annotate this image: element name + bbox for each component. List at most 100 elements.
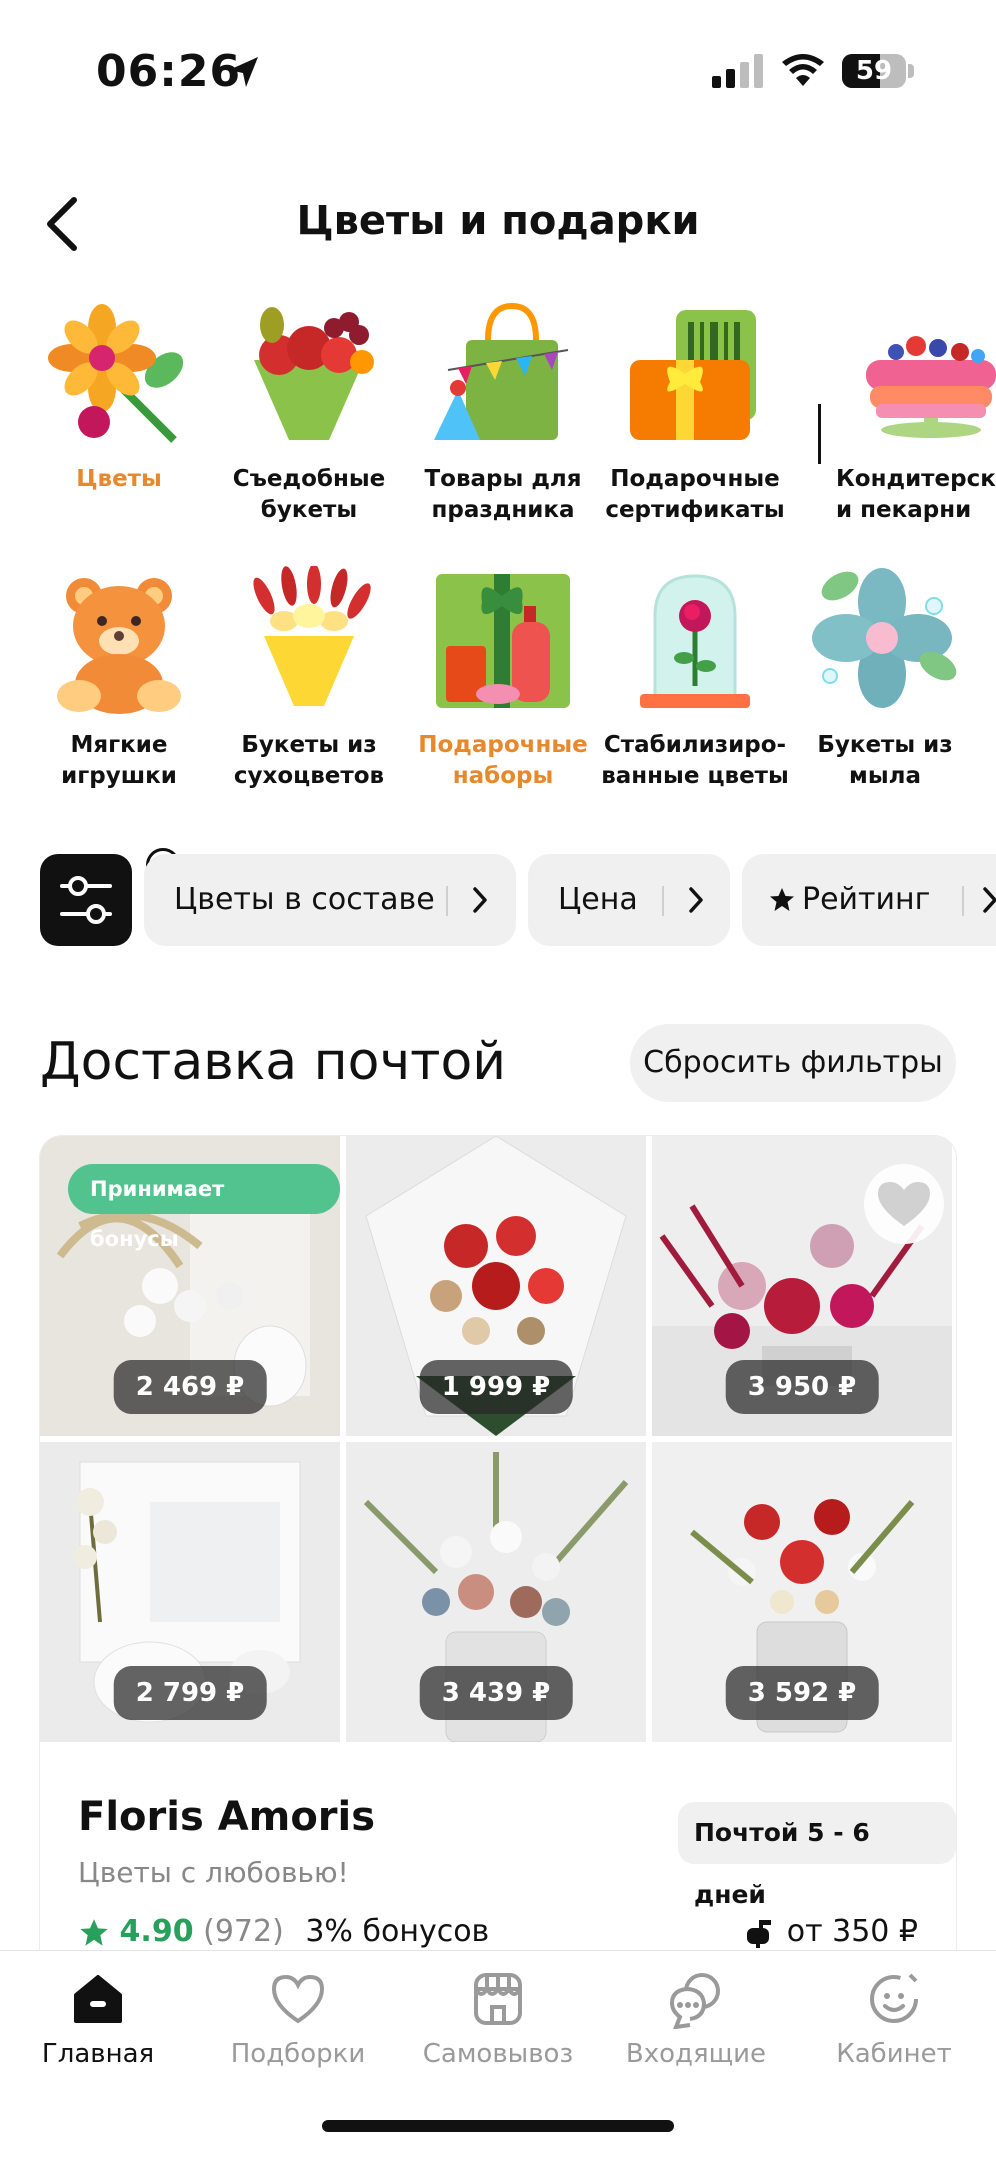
category-gift-sets[interactable]: Подарочные наборы	[408, 566, 598, 792]
rating-star-icon	[80, 1918, 108, 1946]
nav-label: Главная	[41, 2039, 155, 2069]
price-tag: 3 439 ₽	[419, 1666, 573, 1720]
heart-icon	[271, 1974, 325, 2024]
category-label: Подарочные сертификаты	[605, 466, 785, 523]
category-label: Стабилизиро-ванные цветы	[601, 732, 789, 789]
product-photo-grid: Принимает бонусы 2 469 ₽ 1 999 ₽ 3 950 ₽…	[40, 1136, 956, 1744]
dried-bouquet-icon	[253, 566, 371, 706]
reset-filters-button[interactable]: Сбросить фильтры	[630, 1024, 956, 1102]
category-label: Букеты из сухоцветов	[233, 732, 385, 789]
nav-pickup[interactable]: Самовывоз	[408, 1969, 588, 2069]
price-tag: 3 592 ₽	[725, 1666, 879, 1720]
category-party-goods[interactable]: Товары для праздника	[408, 300, 598, 526]
filter-settings-button[interactable]: 1	[40, 848, 180, 946]
nav-profile[interactable]: Кабинет	[804, 1969, 984, 2069]
flower-icon	[48, 304, 184, 443]
chip-label: Рейтинг	[802, 882, 931, 917]
category-label: Подарочные наборы	[418, 732, 588, 789]
shop-name: Floris Amoris	[78, 1794, 376, 1840]
chip-rating[interactable]: Рейтинг	[742, 854, 996, 946]
cellular-signal-icon	[712, 54, 763, 88]
review-count: (972)	[203, 1914, 284, 1949]
chip-separator	[446, 886, 448, 916]
page-title: Цветы и подарки	[296, 198, 700, 244]
price-tag: 2 469 ₽	[113, 1360, 267, 1414]
product-tile[interactable]: 3 950 ₽	[652, 1136, 952, 1436]
shop-rating-row: 4.90 (972) 3% бонусов	[78, 1914, 489, 1949]
section-title: Доставка почтой	[40, 1032, 507, 1092]
battery-cap	[908, 64, 914, 78]
accepts-bonuses-badge: Принимает бонусы	[68, 1164, 340, 1251]
heart-icon	[878, 1182, 930, 1226]
battery-indicator: 59	[842, 54, 906, 88]
category-grid: Цветы Съедобные букеты Товары для праздн…	[0, 290, 996, 810]
price-tag: 2 799 ₽	[113, 1666, 267, 1720]
product-tile[interactable]: 2 799 ₽	[40, 1442, 340, 1742]
nav-collections[interactable]: Подборки	[208, 1969, 388, 2069]
home-icon	[74, 1975, 122, 2023]
battery-level: 59	[855, 56, 893, 86]
delivery-badge: Почтой 5 - 6 дней	[678, 1802, 956, 1909]
chip-price[interactable]: Цена	[528, 854, 730, 946]
category-flowers[interactable]: Цветы	[24, 300, 214, 495]
status-bar: 06:26 59	[0, 0, 996, 140]
chat-icon	[669, 1973, 720, 2029]
chevron-right-icon	[473, 887, 487, 913]
rose-dome-icon	[640, 574, 750, 708]
store-icon	[474, 1973, 522, 2025]
nav-label: Самовывоз	[422, 2039, 574, 2069]
header: Цветы и подарки	[0, 180, 996, 270]
category-gift-certificates[interactable]: Подарочные сертификаты	[600, 300, 790, 526]
product-tile[interactable]: 3 439 ₽	[346, 1442, 646, 1742]
mailbox-icon	[747, 1919, 772, 1948]
category-label: Съедобные букеты	[232, 466, 386, 523]
category-stabilized-flowers[interactable]: Стабилизиро-ванные цветы	[600, 566, 790, 792]
wifi-icon	[782, 54, 824, 86]
category-label: Товары для праздника	[424, 466, 582, 523]
category-label: Мягкие игрушки	[61, 732, 177, 789]
chip-separator	[962, 886, 964, 916]
home-indicator	[322, 2120, 674, 2132]
nav-label: Входящие	[625, 2039, 767, 2069]
star-icon	[770, 888, 794, 911]
nav-home[interactable]: Главная	[8, 1969, 188, 2069]
chip-flowers-in-composition[interactable]: Цветы в составе	[144, 854, 516, 946]
category-dried-bouquets[interactable]: Букеты из сухоцветов	[214, 566, 404, 792]
price-tag: 3 950 ₽	[725, 1360, 879, 1414]
category-edible-bouquets[interactable]: Съедобные букеты	[214, 300, 404, 526]
nav-label: Подборки	[230, 2039, 366, 2069]
category-label: Цветы	[76, 466, 162, 492]
product-tile[interactable]: 3 592 ₽	[652, 1442, 952, 1742]
sliders-icon	[60, 876, 112, 924]
favorite-button[interactable]	[864, 1164, 944, 1244]
category-confectionery[interactable]: Кондитерские и пекарни	[836, 300, 996, 526]
category-soft-toys[interactable]: Мягкие игрушки	[24, 566, 214, 792]
chip-separator	[662, 886, 664, 916]
party-bag-icon	[434, 302, 569, 440]
location-arrow-icon	[229, 57, 258, 87]
product-tile[interactable]: Принимает бонусы 2 469 ₽	[40, 1136, 340, 1436]
fruit-bouquet-icon	[254, 307, 374, 440]
gift-set-icon	[436, 574, 570, 708]
nav-inbox[interactable]: Входящие	[606, 1969, 786, 2069]
shipping-cost-label: от 350 ₽	[786, 1914, 918, 1949]
rating-value: 4.90	[119, 1914, 194, 1949]
profile-icon	[870, 1973, 918, 2023]
product-tile[interactable]: 1 999 ₽	[346, 1136, 646, 1436]
filter-bar: 1 Цветы в составе Цена Рейтинг	[0, 848, 996, 946]
chip-label: Цветы в составе	[174, 882, 435, 917]
category-label: Букеты из мыла	[817, 732, 953, 789]
status-time: 06:26	[96, 46, 242, 97]
shipping-cost: от 350 ₽	[743, 1914, 918, 1949]
nav-label: Кабинет	[836, 2039, 952, 2069]
chip-label: Цена	[558, 882, 638, 917]
category-soap-bouquets[interactable]: Букеты из мыла	[790, 566, 980, 792]
chevron-right-icon	[983, 887, 996, 913]
shop-slogan: Цветы с любовью!	[78, 1856, 349, 1889]
cake-icon	[866, 336, 996, 438]
price-tag: 1 999 ₽	[419, 1360, 573, 1414]
gift-card-icon	[630, 310, 756, 440]
bonus-percent: 3% бонусов	[305, 1914, 490, 1949]
category-label: Кондитерские и пекарни	[836, 466, 996, 523]
text-cursor-divider	[818, 404, 821, 464]
